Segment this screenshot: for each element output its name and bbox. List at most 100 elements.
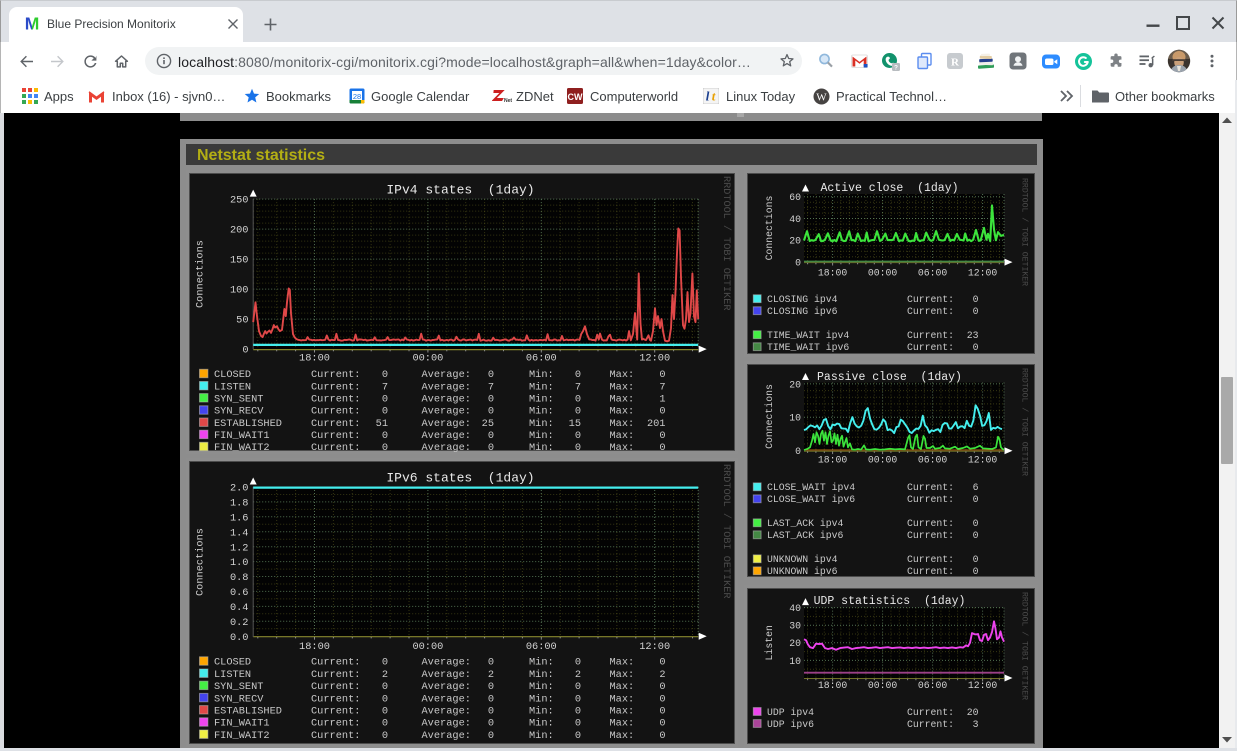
- svg-text:06:00: 06:00: [526, 352, 557, 364]
- svg-text:CLOSED: CLOSED: [214, 657, 251, 669]
- svg-text:0.4: 0.4: [230, 602, 249, 614]
- svg-text:15: 15: [569, 418, 581, 430]
- svg-text:0: 0: [575, 706, 581, 718]
- svg-text:0: 0: [488, 394, 494, 406]
- svg-text:Current:: Current:: [311, 394, 360, 406]
- svg-text:0: 0: [659, 657, 665, 669]
- svg-text:150: 150: [230, 255, 249, 267]
- svg-text:UDP ipv4: UDP ipv4: [767, 707, 814, 718]
- svg-text:0: 0: [382, 693, 388, 705]
- svg-text:51: 51: [376, 418, 388, 430]
- svg-text:00:00: 00:00: [868, 268, 898, 279]
- svg-text:Min:: Min:: [529, 657, 554, 669]
- svg-text:LISTEN: LISTEN: [214, 381, 251, 393]
- svg-text:Current:: Current:: [311, 442, 360, 454]
- svg-text:23: 23: [967, 330, 979, 341]
- svg-text:1.2: 1.2: [230, 542, 249, 554]
- svg-text:20: 20: [789, 638, 801, 649]
- svg-text:10: 10: [789, 413, 801, 424]
- svg-text:Min:: Min:: [529, 442, 554, 454]
- svg-text:0: 0: [659, 706, 665, 718]
- svg-text:Average:: Average:: [422, 418, 471, 430]
- svg-text:Min:: Min:: [529, 394, 554, 406]
- svg-text:0: 0: [382, 730, 388, 742]
- svg-text:25: 25: [482, 418, 494, 430]
- svg-text:0: 0: [575, 657, 581, 669]
- svg-text:Average:: Average:: [422, 369, 471, 381]
- svg-text:7: 7: [488, 381, 494, 393]
- svg-text:0.2: 0.2: [230, 617, 249, 629]
- svg-text:7: 7: [659, 381, 665, 393]
- svg-text:Average:: Average:: [422, 394, 471, 406]
- svg-text:Current:: Current:: [311, 693, 360, 705]
- svg-text:18:00: 18:00: [299, 352, 330, 364]
- svg-text:Current:: Current:: [907, 530, 954, 541]
- svg-text:0: 0: [575, 394, 581, 406]
- svg-text:18:00: 18:00: [818, 455, 848, 466]
- svg-text:Max:: Max:: [610, 418, 635, 430]
- svg-text:Max:: Max:: [610, 706, 635, 718]
- svg-text:30: 30: [789, 621, 801, 632]
- svg-text:Max:: Max:: [610, 718, 635, 730]
- svg-text:0: 0: [382, 442, 388, 454]
- svg-text:Current:: Current:: [907, 482, 954, 493]
- svg-text:Connections: Connections: [195, 240, 207, 308]
- svg-text:Max:: Max:: [610, 657, 635, 669]
- svg-text:Max:: Max:: [610, 669, 635, 681]
- svg-text:RRDTOOL / TOBI OETIKER: RRDTOOL / TOBI OETIKER: [1020, 178, 1030, 286]
- svg-text:50: 50: [236, 315, 248, 327]
- svg-text:0: 0: [659, 430, 665, 442]
- svg-text:00:00: 00:00: [412, 352, 443, 364]
- svg-text:Connections: Connections: [195, 528, 207, 596]
- svg-text:06:00: 06:00: [918, 455, 948, 466]
- svg-text:Current:: Current:: [311, 381, 360, 393]
- svg-text:0: 0: [488, 369, 494, 381]
- svg-text:0: 0: [575, 406, 581, 418]
- svg-text:0: 0: [575, 430, 581, 442]
- svg-text:Current:: Current:: [907, 342, 954, 353]
- svg-text:Current:: Current:: [907, 554, 954, 565]
- svg-text:Current:: Current:: [311, 369, 360, 381]
- svg-text:Listen: Listen: [764, 625, 775, 660]
- svg-text:2: 2: [659, 669, 665, 681]
- svg-text:Current:: Current:: [907, 707, 954, 718]
- svg-text:RRDTOOL / TOBI OETIKER: RRDTOOL / TOBI OETIKER: [720, 176, 732, 311]
- svg-text:0: 0: [973, 494, 979, 505]
- svg-text:20: 20: [789, 236, 801, 247]
- svg-text:Current:: Current:: [907, 566, 954, 577]
- svg-text:Average:: Average:: [422, 693, 471, 705]
- svg-text:Average:: Average:: [422, 406, 471, 418]
- svg-text:18:00: 18:00: [299, 641, 330, 653]
- svg-text:Average:: Average:: [422, 430, 471, 442]
- svg-text:Min:: Min:: [529, 406, 554, 418]
- svg-text:0: 0: [659, 693, 665, 705]
- svg-text:0: 0: [973, 530, 979, 541]
- svg-text:Current:: Current:: [311, 669, 360, 681]
- svg-text:0: 0: [575, 369, 581, 381]
- svg-text:Connections: Connections: [764, 384, 775, 449]
- svg-text:1.4: 1.4: [230, 527, 249, 539]
- svg-text:20: 20: [967, 707, 979, 718]
- svg-text:Max:: Max:: [610, 430, 635, 442]
- svg-text:Min:: Min:: [529, 730, 554, 742]
- svg-text:0: 0: [488, 442, 494, 454]
- svg-text:0: 0: [382, 430, 388, 442]
- svg-text:SYN_RECV: SYN_RECV: [214, 693, 264, 705]
- svg-text:IPv4 states (1day): IPv4 states (1day): [386, 183, 534, 198]
- svg-text:2: 2: [575, 669, 581, 681]
- svg-text:Min:: Min:: [529, 669, 554, 681]
- svg-text:12:00: 12:00: [968, 455, 998, 466]
- svg-text:0: 0: [382, 681, 388, 693]
- svg-text:Average:: Average:: [422, 442, 471, 454]
- svg-text:Current:: Current:: [311, 657, 360, 669]
- svg-text:Current:: Current:: [907, 330, 954, 341]
- svg-text:0: 0: [488, 430, 494, 442]
- svg-text:Passive close (1day): Passive close (1day): [817, 371, 962, 384]
- svg-text:Max:: Max:: [610, 394, 635, 406]
- svg-text:ESTABLISHED: ESTABLISHED: [214, 418, 282, 430]
- svg-text:2.0: 2.0: [230, 483, 249, 495]
- svg-text:Max:: Max:: [610, 730, 635, 742]
- svg-text:0: 0: [659, 406, 665, 418]
- svg-text:0: 0: [575, 681, 581, 693]
- svg-text:0: 0: [382, 406, 388, 418]
